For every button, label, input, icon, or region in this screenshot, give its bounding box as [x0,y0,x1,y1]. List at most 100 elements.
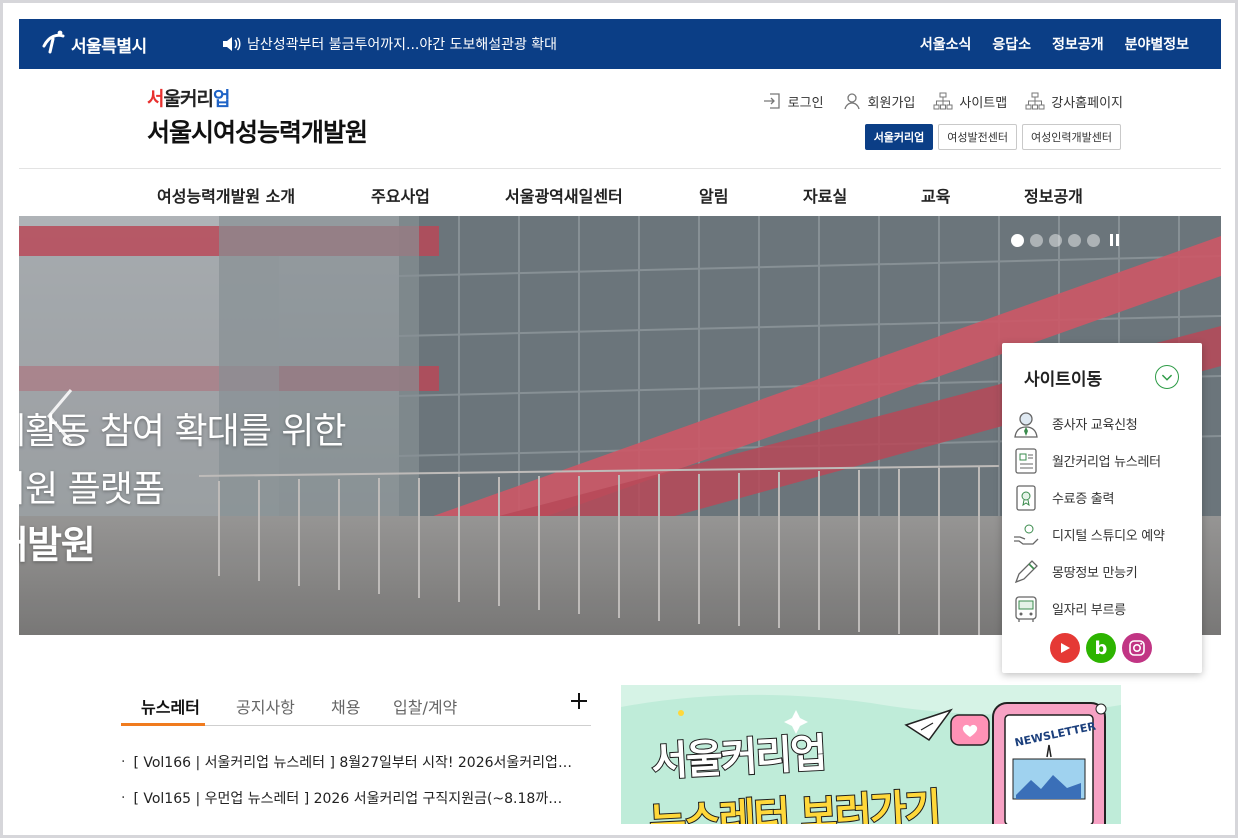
hero-line-3: 개발원 [19,523,96,567]
quick-link-label: 디지털 스튜디오 예약 [1052,529,1165,544]
brand-char: 서 [147,88,165,110]
quick-link-label: 월간커리업 뉴스레터 [1052,455,1161,470]
bullet: · [121,790,126,806]
newsletter-banner[interactable]: NEWSLETTER 서울커리업 뉴스레터 보러가기 [621,685,1121,824]
certificate-icon [1016,484,1036,511]
site-button-manpower-center[interactable]: 여성인력개발센터 [1022,124,1121,150]
sitemap-icon [1025,92,1045,110]
nav-item-saeil-center[interactable]: 서울광역새일센터 [505,183,623,207]
quick-link-staff-education[interactable]: 종사자 교육신청 [1012,405,1165,442]
brand-char: 커 [179,88,198,110]
active-tab-underline [121,723,205,726]
main-navigation: 여성능력개발원 소개 주요사업 서울광역새일센터 알림 자료실 교육 정보공개 [19,170,1221,216]
nav-item-archive[interactable]: 자료실 [803,183,847,207]
pen-icon [1014,559,1038,583]
quick-link-label: 몽땅정보 만능키 [1052,566,1138,581]
seoul-logo-text: 서울특별시 [71,36,147,57]
join-label: 회원가입 [867,95,916,111]
seoul-logo[interactable]: 서울특별시 [41,30,147,58]
quick-site-panel: 사이트이동 종사자 교육신청 월간커리업 뉴스레터 수료증 출력 디지털 스튜디… [1002,343,1202,673]
top-link-response[interactable]: 응답소 [992,34,1031,54]
chevron-down-icon[interactable] [1155,365,1179,389]
user-icon [843,93,860,110]
blog-icon[interactable]: b [1086,633,1116,663]
quick-link-info-key[interactable]: 몽땅정보 만능키 [1012,553,1165,590]
nav-item-projects[interactable]: 주요사업 [371,183,430,207]
newsletter-icon [1015,447,1037,474]
site-button-careerup[interactable]: 서울커리업 [864,124,934,150]
hero-dot[interactable] [1011,234,1024,247]
pause-icon[interactable] [1110,234,1120,247]
top-link-news[interactable]: 서울소식 [920,34,972,54]
seoul-top-bar: 서울특별시 남산성곽부터 불금투어까지...야간 도보해설관광 확대 서울소식 … [19,19,1221,69]
nav-item-notice[interactable]: 알림 [699,183,728,207]
quick-link-studio-reservation[interactable]: 디지털 스튜디오 예약 [1012,516,1165,553]
sitemap-label: 사이트맵 [959,95,1008,111]
login-link[interactable]: 로그인 [762,91,824,111]
quick-panel-title: 사이트이동 [1024,370,1103,390]
seoul-logo-mark-icon [41,30,67,58]
hero-dot[interactable] [1049,234,1062,247]
hero-dot[interactable] [1068,234,1081,247]
quick-link-certificate[interactable]: 수료증 출력 [1012,479,1165,516]
banner-title: 서울커리업 [649,729,827,786]
quick-link-newsletter[interactable]: 월간커리업 뉴스레터 [1012,442,1165,479]
top-link-fields[interactable]: 분야별정보 [1125,34,1189,54]
hand-person-icon [1014,524,1039,545]
person-icon [1014,411,1038,438]
join-link[interactable]: 회원가입 [842,91,916,111]
brand-subtitle: 서울커리업 [147,83,367,111]
hero-prev-arrow-icon[interactable] [43,386,77,446]
notice-ticker[interactable]: 남산성곽부터 불금투어까지...야간 도보해설관광 확대 [221,34,557,54]
top-link-disclosure[interactable]: 정보공개 [1052,34,1104,54]
utility-menu: 로그인 회원가입 사이트맵 강사홈페이지 [762,91,1123,111]
browser-frame: 서울특별시 남산성곽부터 불금투어까지...야간 도보해설관광 확대 서울소식 … [0,0,1238,838]
notice-text: 남산성곽부터 불금투어까지...야간 도보해설관광 확대 [247,37,558,53]
quick-links: 종사자 교육신청 월간커리업 뉴스레터 수료증 출력 디지털 스튜디오 예약 몽… [1012,405,1165,627]
page: 서울특별시 남산성곽부터 불금투어까지...야간 도보해설관광 확대 서울소식 … [19,19,1221,824]
speaker-icon [223,37,241,51]
hero-line-2: 지원 플랫폼 [19,469,165,510]
news-title: [ Vol166 | 서울커리업 뉴스레터 ] 8월27일부터 시작! 2026… [133,755,573,771]
bus-icon [1015,595,1037,622]
quick-link-label: 일자리 부르릉 [1052,603,1126,618]
sitemap-link[interactable]: 사이트맵 [933,91,1007,111]
site-switcher: 서울커리업 여성발전센터 여성인력개발센터 [864,124,1121,150]
site-logo[interactable]: 서울커리업 서울시여성능력개발원 [147,83,368,149]
nav-item-education[interactable]: 교육 [921,183,950,207]
site-header: 서울커리업 서울시여성능력개발원 로그인 회원가입 사이트맵 강사홈페이지 서울… [19,69,1221,169]
nav-item-about[interactable]: 여성능력개발원 소개 [157,183,295,207]
tab-notice[interactable]: 공지사항 [236,694,295,718]
tab-newsletter[interactable]: 뉴스레터 [141,694,200,718]
hero-dot[interactable] [1087,234,1100,247]
instructor-label: 강사홈페이지 [1051,95,1123,111]
news-list: · [ Vol166 | 서울커리업 뉴스레터 ] 8월27일부터 시작! 202… [121,744,591,816]
quick-link-label: 종사자 교육신청 [1052,418,1138,433]
instructor-link[interactable]: 강사홈페이지 [1025,91,1123,111]
site-button-development-center[interactable]: 여성발전센터 [938,124,1018,150]
brand-char: 울 [163,88,181,110]
brand-char: 업 [212,88,231,110]
quick-link-job-bus[interactable]: 일자리 부르릉 [1012,590,1165,627]
quick-link-label: 수료증 출력 [1052,492,1115,507]
brand-title: 서울시여성능력개발원 [147,118,368,147]
sitemap-icon [933,92,953,110]
hero-pagination [1011,234,1120,247]
news-board: 뉴스레터 공지사항 채용 입찰/계약 · [ Vol166 | 서울커리업 뉴스레… [121,684,591,816]
tab-bid[interactable]: 입찰/계약 [393,694,457,718]
instagram-icon[interactable] [1122,633,1152,663]
nav-item-disclosure[interactable]: 정보공개 [1024,183,1083,207]
top-links: 서울소식 응답소 정보공개 분야별정보 [920,34,1189,54]
list-item[interactable]: · [ Vol165 | 우먼업 뉴스레터 ] 2026 서울커리업 구직지원금(… [121,780,591,816]
hero-dot[interactable] [1030,234,1043,247]
news-title: [ Vol165 | 우먼업 뉴스레터 ] 2026 서울커리업 구직지원금(~… [133,791,573,807]
news-tabs: 뉴스레터 공지사항 채용 입찰/계약 [121,684,591,726]
brand-char: 리 [196,88,214,110]
sns-links: b [1050,633,1152,663]
youtube-icon[interactable] [1050,633,1080,663]
list-item[interactable]: · [ Vol166 | 서울커리업 뉴스레터 ] 8월27일부터 시작! 202… [121,744,591,780]
tab-recruit[interactable]: 채용 [331,694,360,718]
bullet: · [121,754,126,770]
login-label: 로그인 [787,95,824,111]
more-plus-icon[interactable] [567,689,591,713]
